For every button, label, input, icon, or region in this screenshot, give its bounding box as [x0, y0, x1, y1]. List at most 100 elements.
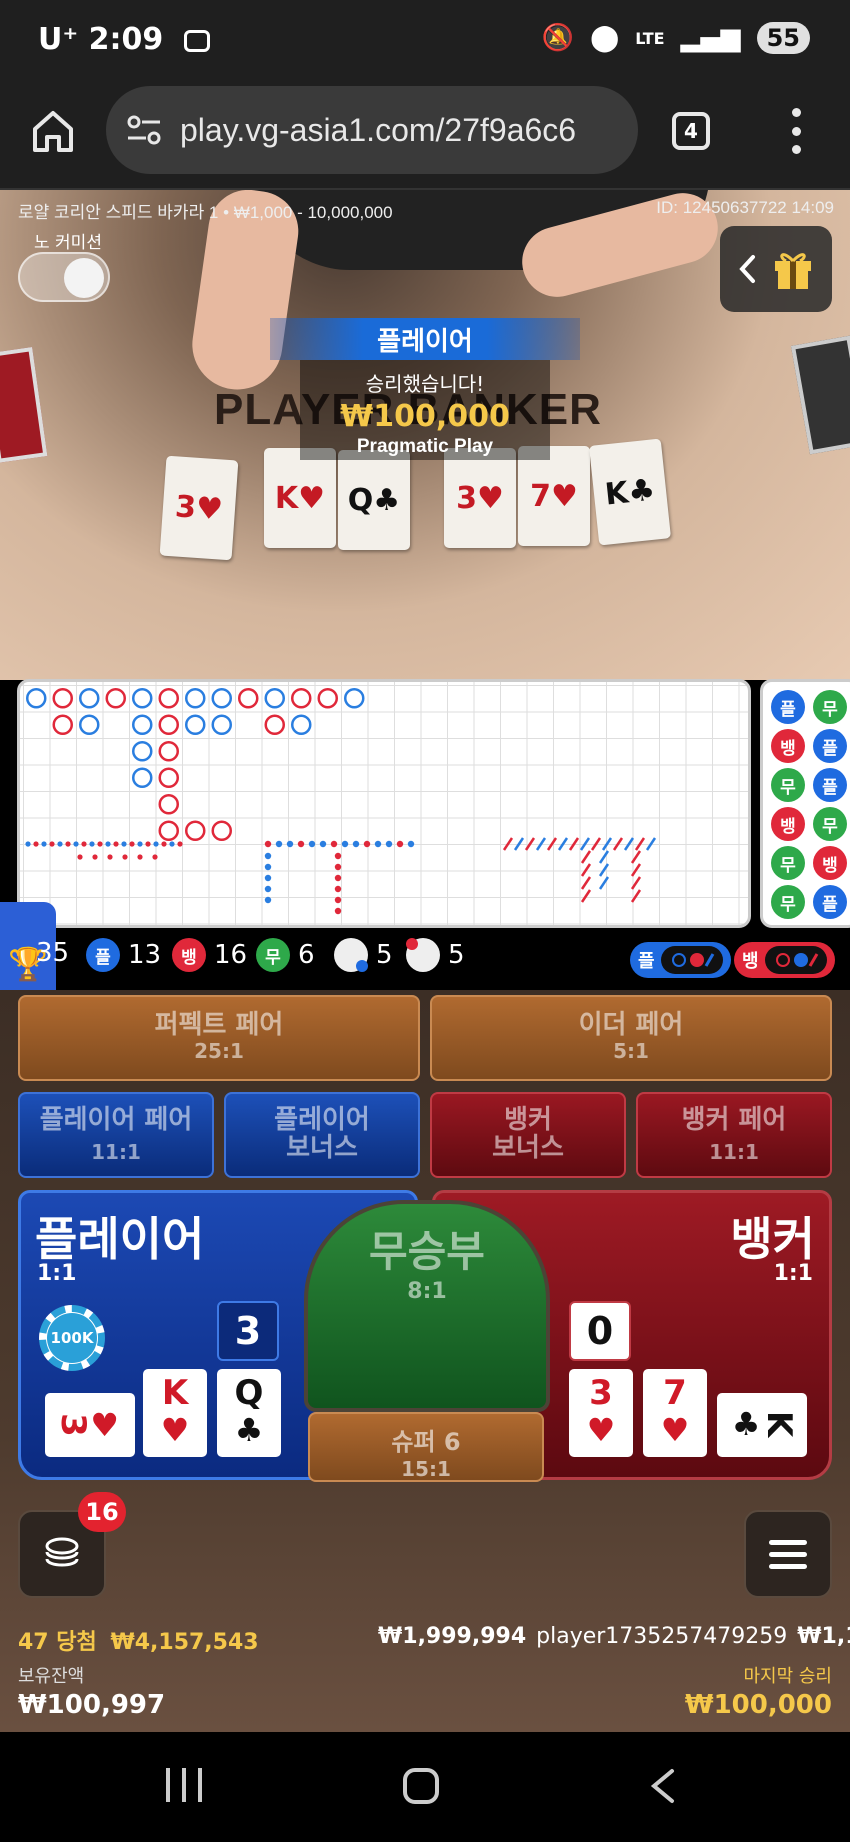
browser-toolbar: play.vg-asia1.com/27f9a6c6 4 [0, 80, 850, 190]
road-mark [97, 841, 103, 847]
chip-count-badge: 16 [78, 1492, 126, 1532]
card-deck [0, 347, 48, 463]
clock: 2:09 [88, 22, 164, 57]
tie-bet[interactable]: 무승부 8:1 [304, 1200, 550, 1412]
road-mark [297, 840, 305, 848]
road-mark [291, 688, 312, 709]
menu-icon[interactable] [744, 1510, 832, 1598]
home-button-icon[interactable] [403, 1768, 439, 1804]
bead-road-mark: 플 [813, 729, 847, 763]
banker-card-k: ♣ K [717, 1393, 807, 1457]
banker-score: 0 [569, 1301, 631, 1361]
stat-player: 플 13 [86, 938, 161, 972]
road-mark [73, 841, 79, 847]
bead-road-mark: 무 [813, 807, 847, 841]
banker-bonus-bet[interactable]: 뱅커 보너스 [430, 1092, 626, 1178]
chevron-left-icon[interactable] [738, 254, 756, 284]
road-mark [580, 863, 592, 877]
either-pair-bet[interactable]: 이더 페어 5:1 [430, 995, 832, 1081]
road-mark [132, 714, 153, 735]
bead-road-mark: 뱅 [771, 729, 805, 763]
bead-road-mark: 플 [813, 885, 847, 919]
no-commission-toggle[interactable] [18, 252, 110, 302]
road-mark [79, 714, 100, 735]
road-mark [334, 896, 342, 904]
banker-pair-bet[interactable]: 뱅커 페어 11:1 [636, 1092, 832, 1178]
url-text: play.vg-asia1.com/27f9a6c6 [180, 111, 577, 148]
address-bar[interactable]: play.vg-asia1.com/27f9a6c6 [106, 86, 638, 174]
stat-tie: 무 6 [256, 938, 315, 972]
more-options-icon[interactable] [786, 108, 806, 154]
road-mark [598, 876, 610, 890]
road-mark [185, 714, 206, 735]
gift-icon[interactable] [772, 247, 814, 291]
bead-road-mark: 무 [771, 885, 805, 919]
last-win-value: ₩100,000 [684, 1690, 832, 1720]
road-mark [121, 841, 127, 847]
road-mark [33, 841, 39, 847]
road-mark [275, 840, 283, 848]
perfect-pair-bet[interactable]: 퍼펙트 페어 25:1 [18, 995, 420, 1081]
player-label: 플레이어 [35, 1212, 205, 1266]
player-pair-count: 5 [376, 940, 393, 970]
recents-icon[interactable] [166, 1768, 202, 1802]
road-mark [81, 841, 87, 847]
win-message: 승리했습니다! [365, 372, 485, 396]
road-mark [158, 767, 179, 788]
site-settings-icon[interactable] [126, 112, 162, 148]
promotions-panel[interactable] [720, 226, 832, 312]
table-card: 3 ♥ [444, 448, 516, 548]
back-icon[interactable] [648, 1768, 678, 1804]
road-mark [105, 688, 126, 709]
bead-road-scoreboard[interactable]: 플무뱅플무플뱅무무뱅무플 [760, 679, 850, 928]
tab-switcher-button[interactable]: 4 [672, 112, 710, 150]
chip-stack-icon [45, 1537, 79, 1567]
road-mark [334, 863, 342, 871]
road-mark [546, 837, 558, 851]
network-type: LTE [635, 28, 665, 48]
road-mark [41, 841, 47, 847]
road-mark [137, 841, 143, 847]
super6-bet[interactable]: 슈퍼 6 15:1 [308, 1412, 544, 1482]
road-mark [177, 841, 183, 847]
bead-road-mark: 플 [813, 768, 847, 802]
bead-road-mark: 뱅 [813, 846, 847, 880]
road-mark [158, 688, 179, 709]
road-mark [211, 820, 232, 841]
player-bonus-bet[interactable]: 플레이어 보너스 [224, 1092, 420, 1178]
win-banner: 플레이어 [270, 318, 580, 360]
banker-dot: 뱅 [172, 938, 206, 972]
winners-summary: 47 당첨 ₩4,157,543 [18, 1630, 259, 1655]
road-mark [211, 714, 232, 735]
road-mark [238, 688, 259, 709]
road-mark [580, 889, 592, 903]
home-icon[interactable] [30, 108, 76, 154]
road-mark [264, 852, 272, 860]
screenshot-icon [183, 29, 210, 52]
player-pair-bet[interactable]: 플레이어 페어 11:1 [18, 1092, 214, 1178]
road-mark [25, 841, 31, 847]
player-odds: 1:1 [37, 1261, 77, 1286]
road-mark [57, 841, 63, 847]
table-card: Q ♣ [338, 450, 410, 550]
banker-label: 뱅커 [730, 1212, 815, 1266]
table-card: 3 ♥ [159, 455, 239, 561]
tie-dot: 무 [256, 938, 290, 972]
banker-predict-button[interactable]: 뱅 [734, 942, 835, 978]
road-mark [330, 840, 338, 848]
road-mark [344, 688, 365, 709]
road-mark [341, 840, 349, 848]
battery-icon: 55 [756, 22, 810, 54]
bead-road-mark: 무 [813, 690, 847, 724]
road-mark [264, 688, 285, 709]
player-predict-button[interactable]: 플 [630, 942, 731, 978]
balance-value: ₩100,997 [18, 1690, 166, 1720]
banker-card-3: 3 ♥ [569, 1369, 633, 1457]
road-mark [264, 840, 272, 848]
road-mark [334, 907, 342, 915]
road-mark [113, 841, 119, 847]
table-card: K ♥ [264, 448, 336, 548]
road-mark [502, 837, 514, 851]
road-marks [25, 688, 657, 915]
big-road-scoreboard[interactable] [17, 679, 751, 928]
